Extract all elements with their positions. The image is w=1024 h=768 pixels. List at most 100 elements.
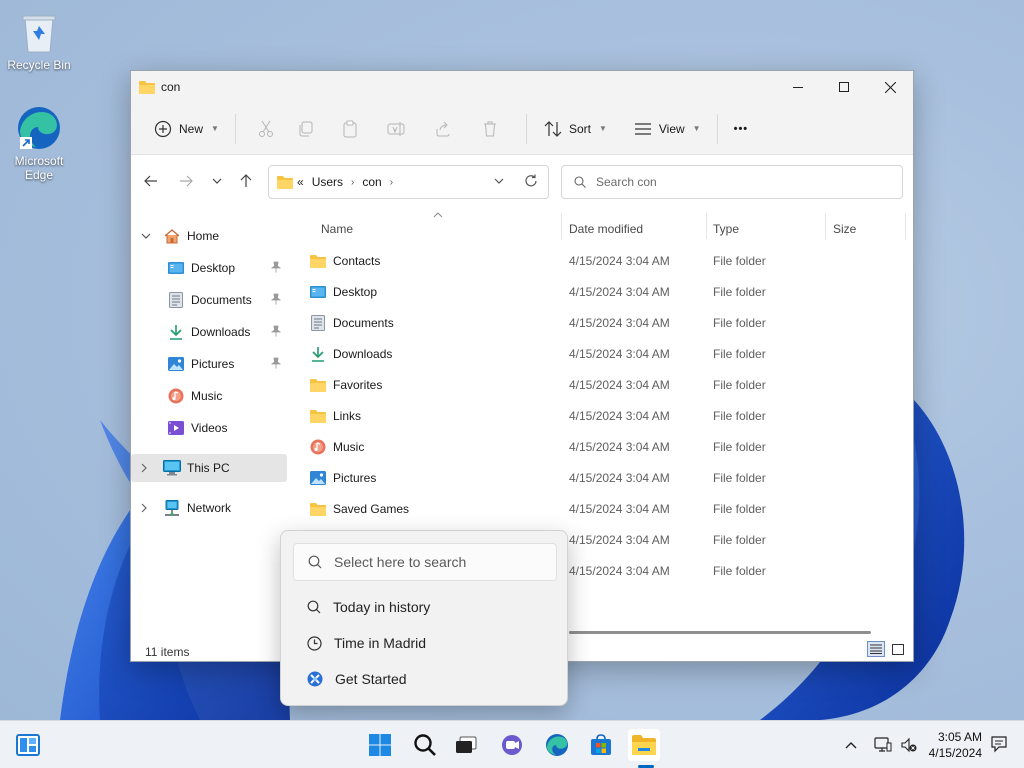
volume-button[interactable]	[898, 737, 920, 753]
view-button[interactable]: View ▼	[629, 113, 705, 145]
cut-button[interactable]	[248, 113, 284, 145]
store-button[interactable]	[585, 729, 617, 761]
new-button[interactable]: New ▼	[149, 113, 223, 145]
nav-item-downloads[interactable]: Downloads	[131, 318, 287, 346]
column-divider[interactable]	[825, 213, 826, 239]
file-explorer-taskbar-button[interactable]	[628, 729, 660, 761]
address-bar[interactable]: « Users › con ›	[268, 165, 549, 199]
column-divider[interactable]	[561, 213, 562, 239]
folder-icon	[309, 254, 327, 268]
address-dropdown-button[interactable]	[494, 178, 504, 184]
breadcrumb-overflow[interactable]: «	[297, 175, 304, 189]
flyout-item-time-in-madrid[interactable]: Time in Madrid	[307, 635, 426, 651]
file-row[interactable]: Favorites 4/15/2024 3:04 AM File folder	[301, 369, 913, 400]
file-name: Downloads	[333, 346, 393, 361]
search-flyout: Select here to search Today in history T…	[280, 530, 568, 706]
copy-button[interactable]	[284, 113, 328, 145]
chat-button[interactable]	[496, 729, 528, 761]
close-button[interactable]	[867, 71, 913, 103]
pin-icon[interactable]	[270, 325, 282, 340]
notification-center-button[interactable]	[990, 735, 1008, 756]
file-row[interactable]: Contacts 4/15/2024 3:04 AM File folder	[301, 245, 913, 276]
pin-icon[interactable]	[270, 261, 282, 276]
notification-icon	[991, 736, 1007, 753]
nav-item-pictures[interactable]: Pictures	[131, 350, 287, 378]
recent-locations-button[interactable]	[207, 171, 227, 191]
flyout-item-today-in-history[interactable]: Today in history	[307, 599, 430, 615]
column-header-name[interactable]: Name	[321, 213, 561, 245]
chevron-down-icon[interactable]	[141, 231, 155, 241]
paste-icon	[343, 120, 357, 137]
nav-item-music[interactable]: Music	[131, 382, 287, 410]
pin-icon[interactable]	[270, 357, 282, 372]
breadcrumb-users[interactable]: Users	[312, 175, 343, 189]
maximize-button[interactable]	[821, 71, 867, 103]
column-header-type[interactable]: Type	[713, 213, 825, 245]
clock[interactable]: 3:05 AM 4/15/2024	[929, 729, 982, 761]
share-button[interactable]	[420, 113, 466, 145]
file-date-modified: 4/15/2024 3:04 AM	[569, 563, 670, 578]
refresh-button[interactable]	[524, 174, 538, 188]
nav-item-this-pc[interactable]: This PC	[131, 454, 287, 482]
flyout-search-input[interactable]: Select here to search	[293, 543, 557, 581]
horizontal-scrollbar[interactable]	[569, 631, 871, 634]
file-row[interactable]: Links 4/15/2024 3:04 AM File folder	[301, 400, 913, 431]
chevron-right-icon[interactable]	[141, 463, 155, 473]
maximize-icon	[839, 82, 849, 92]
breadcrumb-con[interactable]: con	[362, 175, 381, 189]
flyout-item-label: Today in history	[333, 599, 431, 615]
title-bar[interactable]: con	[131, 71, 913, 103]
file-date-modified: 4/15/2024 3:04 AM	[569, 532, 670, 547]
large-icons-view-button[interactable]	[889, 641, 907, 657]
details-view-button[interactable]	[867, 641, 885, 657]
file-name: Documents	[333, 315, 394, 330]
search-icon	[414, 734, 436, 756]
nav-item-home[interactable]: Home	[131, 222, 287, 250]
chevron-right-icon[interactable]	[141, 503, 155, 513]
network-icon	[163, 499, 181, 517]
file-name: Links	[333, 408, 362, 423]
nav-item-desktop[interactable]: Desktop	[131, 254, 287, 282]
taskbar-search-button[interactable]	[409, 729, 441, 761]
search-box[interactable]: Search con	[561, 165, 903, 199]
up-button[interactable]	[236, 171, 256, 191]
column-header-date[interactable]: Date modified	[569, 213, 705, 245]
file-row[interactable]: Documents 4/15/2024 3:04 AM File folder	[301, 307, 913, 338]
nav-item-documents[interactable]: Documents	[131, 286, 287, 314]
forward-button[interactable]	[176, 171, 196, 191]
rename-button[interactable]	[372, 113, 420, 145]
file-row[interactable]: Pictures 4/15/2024 3:04 AM File folder	[301, 462, 913, 493]
edge-taskbar-button[interactable]	[541, 729, 573, 761]
sort-button[interactable]: Sort ▼	[539, 113, 611, 145]
plus-circle-icon	[153, 119, 173, 139]
downloads-folder-icon	[167, 323, 185, 341]
search-icon	[574, 176, 586, 188]
delete-button[interactable]	[466, 113, 514, 145]
chevron-right-icon[interactable]: ›	[351, 177, 354, 188]
chevron-right-icon[interactable]: ›	[390, 177, 393, 188]
column-header-size[interactable]: Size	[833, 213, 905, 245]
show-hidden-icons-button[interactable]	[840, 741, 862, 749]
widgets-button[interactable]	[12, 729, 44, 761]
clock-time: 3:05 AM	[937, 730, 982, 744]
back-button[interactable]	[141, 171, 161, 191]
desktop-icon-edge[interactable]: Microsoft Edge	[1, 104, 77, 182]
desktop-icon-recycle-bin[interactable]: Recycle Bin	[1, 8, 77, 72]
computer-icon	[163, 459, 181, 477]
column-divider[interactable]	[905, 213, 906, 239]
nav-item-network[interactable]: Network	[131, 494, 287, 522]
file-row[interactable]: Music 4/15/2024 3:04 AM File folder	[301, 431, 913, 462]
start-button[interactable]	[364, 729, 396, 761]
flyout-item-get-started[interactable]: Get Started	[307, 671, 407, 687]
paste-button[interactable]	[328, 113, 372, 145]
pin-icon[interactable]	[270, 293, 282, 308]
more-options-button[interactable]: •••	[730, 113, 753, 145]
column-divider[interactable]	[706, 213, 707, 239]
network-status-button[interactable]	[868, 737, 898, 753]
file-row[interactable]: Saved Games 4/15/2024 3:04 AM File folder	[301, 493, 913, 524]
file-row[interactable]: Desktop 4/15/2024 3:04 AM File folder	[301, 276, 913, 307]
file-row[interactable]: Downloads 4/15/2024 3:04 AM File folder	[301, 338, 913, 369]
minimize-button[interactable]	[775, 71, 821, 103]
task-view-button[interactable]	[450, 729, 482, 761]
nav-item-videos[interactable]: Videos	[131, 414, 287, 442]
